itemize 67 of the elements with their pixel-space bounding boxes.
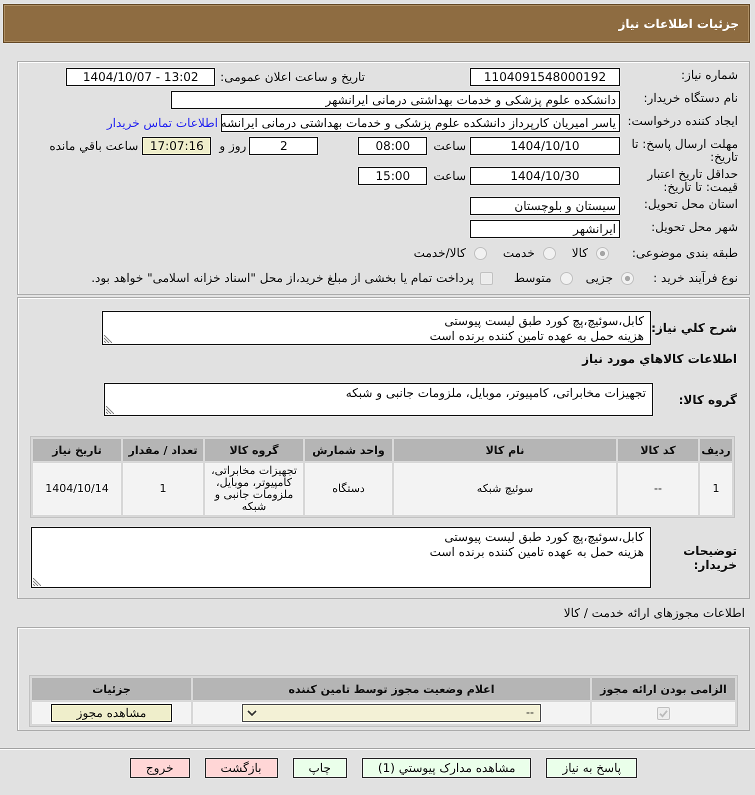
text-field[interactable]: 2 xyxy=(249,137,318,155)
text-field[interactable]: 1404/10/30 xyxy=(470,167,620,185)
table-cell: تجهیزات مخابراتی، کامپیوتر، موبایل، ملزومات جانبی و شبکه xyxy=(205,463,303,515)
text-area[interactable]: کابل،سوئیچ،پچ کورد طبق لیست پیوستی هزینه حمل به عهده تامین کننده برنده است xyxy=(31,527,651,588)
text-field[interactable]: سیستان و بلوچستان xyxy=(470,197,620,215)
field-label: مهلت ارسال پاسخ: تا تاریخ: xyxy=(630,137,738,164)
field-label: حداقل تاریخ اعتبار قیمت: تا تاریخ: xyxy=(646,167,738,194)
option-label: جزیی xyxy=(586,271,613,285)
action-button[interactable]: مشاهده مدارک پیوستي (1) xyxy=(362,758,532,778)
field-label: توضیحات خریدار: xyxy=(682,544,737,572)
table-header: گروه کالا xyxy=(205,439,303,461)
resize-grip-icon[interactable] xyxy=(33,578,41,586)
option-label: خدمت xyxy=(502,246,535,260)
table-header: ردیف xyxy=(700,439,732,461)
section-title: اطلاعات مجوزهای ارائه خدمت / کالا xyxy=(562,606,745,620)
field-label: استان محل تحویل: xyxy=(642,197,738,211)
resize-grip-icon[interactable] xyxy=(104,335,112,343)
field-label: گروه کالا: xyxy=(678,392,737,406)
table-cell: -- xyxy=(618,463,698,515)
action-button[interactable]: خروج xyxy=(130,758,190,778)
table-header: واحد شمارش xyxy=(305,439,392,461)
option-label: متوسط xyxy=(514,271,552,285)
option-label: کالا xyxy=(572,246,588,260)
field-label: ایجاد کننده درخواست: xyxy=(626,114,738,128)
text-area[interactable]: تجهیزات مخابراتی، کامپیوتر، موبایل، ملزومات جانبی و شبکه xyxy=(104,383,653,416)
table-header: تعداد / مقدار xyxy=(123,439,203,461)
action-button[interactable]: بازگشت xyxy=(204,758,278,778)
treasury-payment-note: پرداخت تمام یا بخشی از مبلغ خرید،از محل "اسناد خزانه اسلامی" خواهد بود. xyxy=(91,271,474,285)
table-header: تاریخ نیاز xyxy=(33,439,121,461)
text-field[interactable]: 1404/10/07 - 13:02 xyxy=(66,68,216,86)
table-cell: 1 xyxy=(700,463,732,515)
text-field[interactable]: دانشکده علوم پزشکی و خدمات بهداشتی درمانی ایرانشهر xyxy=(171,91,620,109)
table-header: کد کالا xyxy=(618,439,698,461)
table-header: الزامی بودن ارائه مجوز xyxy=(592,678,735,700)
text-field[interactable]: ایرانشهر xyxy=(470,220,620,238)
page-title: جزئیات اطلاعات نیاز xyxy=(618,16,739,30)
text-field[interactable]: 17:07:16 xyxy=(142,137,212,155)
section-title: اطلاعات کالاهاي مورد نیاز xyxy=(580,352,737,366)
text-area[interactable]: کابل،سوئیچ،پچ کورد طبق لیست پیوستی هزینه حمل به عهده تامین کننده برنده است xyxy=(102,311,651,345)
field-label: شماره نیاز: xyxy=(680,68,738,82)
text-field[interactable]: 08:00 xyxy=(358,137,428,155)
field-label: شرح کلي نیاز: xyxy=(651,321,737,335)
contact-link[interactable]: اطلاعات تماس خریدار xyxy=(106,114,218,132)
field-label: طبقه بندی موضوعی: xyxy=(630,246,738,260)
table-cell: 1404/10/14 xyxy=(33,463,121,515)
table-header: جزئیات xyxy=(32,678,191,700)
table-cell: سوئیچ شبکه xyxy=(394,463,616,515)
table-cell: 1 xyxy=(123,463,203,515)
field-label: نوع فرآیند خرید : xyxy=(652,271,738,285)
field-label: ساعت xyxy=(433,168,466,185)
action-button[interactable]: پاسخ به نیاز xyxy=(546,758,638,778)
field-label: ساعت xyxy=(433,138,466,155)
field-label: روز و xyxy=(219,138,246,155)
action-button[interactable]: چاپ xyxy=(292,758,347,778)
table-header: نام کالا xyxy=(394,439,616,461)
caret-icon xyxy=(247,710,257,716)
text-field[interactable]: 15:00 xyxy=(358,167,428,185)
option-label: کالا/خدمت xyxy=(414,246,466,260)
field-label: شهر محل تحویل: xyxy=(650,220,738,234)
table-header: اعلام وضعیت مجوز توسط تامین کننده xyxy=(193,678,590,700)
resize-grip-icon[interactable] xyxy=(106,406,114,414)
field-label: نام دستگاه خریدار: xyxy=(642,91,738,105)
field-label: ساعت باقي مانده xyxy=(49,138,138,155)
text-field[interactable]: 1404/10/10 xyxy=(470,137,620,155)
table-cell: دستگاه xyxy=(305,463,392,515)
text-field[interactable]: 1104091548000192 xyxy=(470,68,620,86)
field-label: تاریخ و ساعت اعلان عمومی: xyxy=(220,69,365,86)
